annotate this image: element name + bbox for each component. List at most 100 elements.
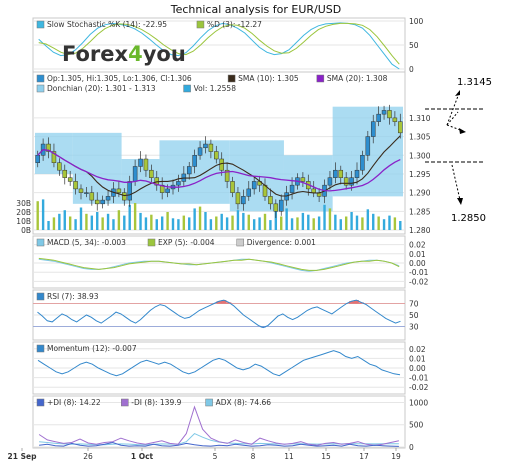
volume-bar	[182, 215, 186, 230]
volume-bar	[58, 213, 61, 230]
rsi-tick-label: 50	[409, 311, 419, 320]
support-level-label: 1.2850	[451, 213, 486, 224]
macd-legend-swatch	[147, 238, 156, 247]
momentum-legend-label: Momentum (12): -0.007	[47, 344, 137, 353]
macd-legend-label: Divergence: 0.001	[247, 238, 316, 247]
dmi-legend-swatch	[205, 398, 213, 407]
candle-body	[127, 181, 132, 201]
forex4you-logo: Forex4you	[62, 42, 186, 66]
candle-body	[273, 203, 279, 212]
x-tick-label: 19	[391, 452, 401, 461]
volume-bar	[323, 204, 326, 230]
volume-bar	[372, 213, 375, 230]
volume-bar	[236, 210, 240, 230]
stoch-tick-label: 0	[409, 65, 414, 74]
volume-bar	[393, 217, 397, 230]
volume-bar	[258, 217, 261, 230]
volume-bar	[193, 208, 196, 230]
candle-body	[197, 147, 203, 156]
volume-bar	[177, 219, 180, 230]
volume-bar	[247, 214, 250, 230]
volume-bar	[355, 215, 359, 230]
candle-body	[208, 143, 214, 152]
volume-bar	[290, 218, 294, 230]
candle-body	[214, 151, 219, 160]
candle-body	[192, 155, 197, 167]
volume-bar	[166, 212, 169, 230]
candle-body	[203, 143, 208, 149]
price-tick-label: 1.285	[409, 207, 431, 216]
volume-tick-label: 30B	[16, 199, 31, 208]
candle-body	[365, 136, 371, 156]
candle-body	[289, 184, 295, 193]
candle-body	[100, 199, 105, 205]
volume-bar	[366, 209, 370, 230]
volume-tick-label: 10B	[16, 217, 31, 226]
volume-bar	[47, 221, 50, 230]
candle-body	[387, 110, 392, 119]
candle-body	[84, 192, 89, 194]
candle-body	[300, 177, 306, 182]
momentum-tick-label: -0.02	[409, 383, 429, 392]
dmi-legend-label: +DI (8): 14.22	[47, 398, 101, 407]
volume-bar	[307, 214, 310, 230]
volume-bar	[350, 212, 353, 230]
price-tick-label: 1.305	[409, 133, 431, 142]
dmi-legend-label: -DI (8): 139.9	[131, 398, 181, 407]
price-legend-label: Vol: 1.2558	[194, 84, 237, 93]
candle-body	[116, 188, 122, 193]
momentum-tick-label: 0.02	[409, 345, 426, 354]
candle-body	[122, 192, 127, 201]
volume-bar	[106, 213, 110, 230]
price-legend-swatch	[183, 84, 191, 93]
volume-bar	[139, 212, 142, 230]
macd-tick-label: -0.02	[409, 277, 429, 286]
rsi-legend-label: RSI (7): 38.93	[47, 292, 99, 301]
technical-analysis-chart: Technical analysis for EUR/USD 100500Slo…	[8, 3, 492, 461]
volume-bar	[128, 204, 131, 230]
candle-body	[338, 169, 344, 178]
volume-bar	[123, 215, 126, 230]
volume-bar	[85, 213, 88, 230]
volume-tick-label: 20B	[16, 208, 31, 217]
candle-body	[105, 196, 111, 201]
price-legend-swatch	[36, 74, 45, 83]
momentum-tick-label: -0.01	[409, 374, 429, 383]
volume-bar	[328, 208, 332, 230]
volume-bar	[41, 199, 45, 230]
dmi-legend-label: ADX (8): 74.66	[216, 398, 272, 407]
svg-text:Forex4you: Forex4you	[62, 42, 186, 66]
volume-bar	[269, 220, 272, 230]
stoch-tick-label: 50	[409, 41, 419, 50]
candle-body	[78, 188, 84, 193]
volume-bar	[301, 212, 305, 230]
down-arrow-line	[451, 164, 461, 201]
price-legend-row2: Donchian (20): 1.301 - 1.313 Vol: 1.2558	[36, 84, 237, 93]
volume-bar	[188, 217, 191, 230]
volume-bar	[144, 217, 148, 230]
volume-bar	[198, 206, 202, 230]
candle-body	[143, 158, 149, 171]
price-tick-label: 1.300	[409, 151, 431, 160]
up-arrow-shaft	[446, 95, 459, 126]
volume-bar	[344, 216, 348, 230]
candle-body	[186, 166, 192, 175]
logo-you-text: you	[143, 42, 186, 66]
macd-legend-label: MACD (5, 34): -0.003	[47, 238, 126, 247]
dmi-tick-label: 1000	[409, 398, 428, 407]
x-tick-label: 17	[359, 452, 369, 461]
volume-bar	[361, 217, 364, 230]
candle-body	[381, 110, 387, 115]
candle-body	[138, 158, 143, 167]
price-legend-swatch	[227, 74, 236, 83]
down-arrow-head	[457, 198, 463, 205]
stoch-legend-swatch	[196, 20, 205, 29]
price-tick-label: 1.310	[409, 114, 431, 123]
volume-bar	[296, 217, 299, 230]
candle-body	[349, 177, 354, 186]
candle-body	[235, 192, 241, 205]
dmi-legend-swatch	[36, 398, 45, 407]
stoch-tick-label: 100	[409, 17, 424, 26]
volume-bar	[68, 216, 72, 230]
candle-body	[241, 196, 246, 205]
